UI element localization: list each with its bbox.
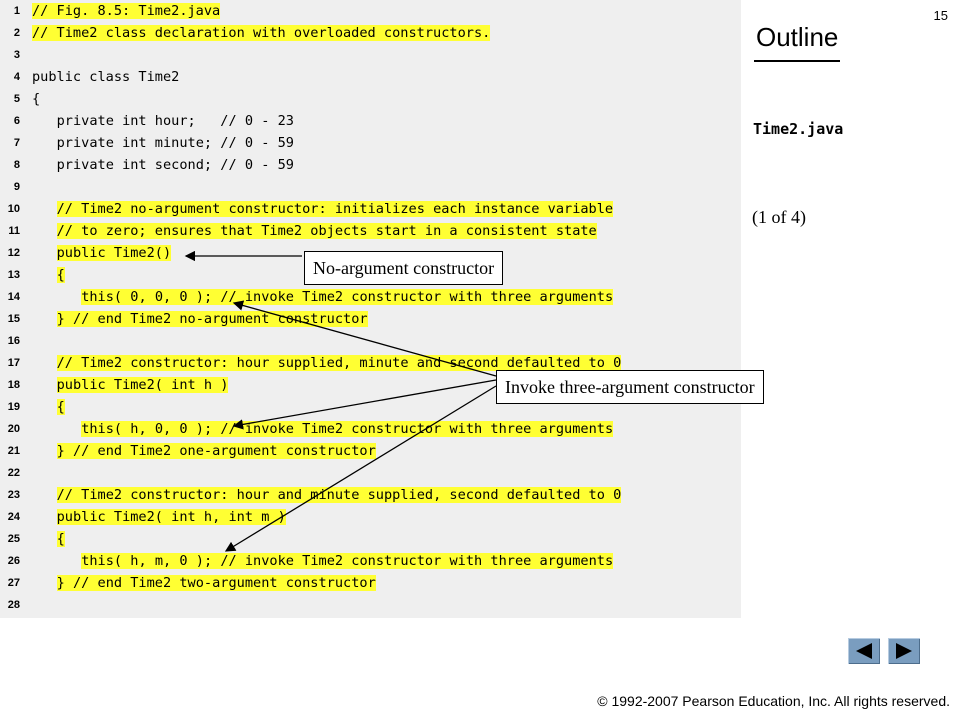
file-name: Time2.java bbox=[753, 120, 844, 138]
previous-slide-button[interactable] bbox=[848, 638, 880, 664]
callout-arrows bbox=[184, 250, 497, 552]
slide-number: 15 bbox=[933, 8, 948, 23]
next-slide-button[interactable] bbox=[888, 638, 920, 664]
callout-no-argument-constructor: No-argument constructor bbox=[304, 251, 504, 285]
arrow-to-line-14 bbox=[232, 300, 497, 377]
copyright-notice: © 1992-2007 Pearson Education, Inc. All … bbox=[597, 693, 950, 709]
outline-underline bbox=[754, 60, 840, 62]
outline-title: Outline bbox=[756, 22, 839, 52]
arrow-to-line-26 bbox=[224, 385, 497, 552]
arrow-to-line-20 bbox=[232, 379, 497, 430]
triangle-left-icon bbox=[856, 643, 872, 659]
callout-invoke-three-argument-constructor: Invoke three-argument constructor bbox=[496, 370, 764, 404]
page-indicator: (1 of 4) bbox=[752, 207, 806, 227]
triangle-right-icon bbox=[896, 643, 912, 659]
